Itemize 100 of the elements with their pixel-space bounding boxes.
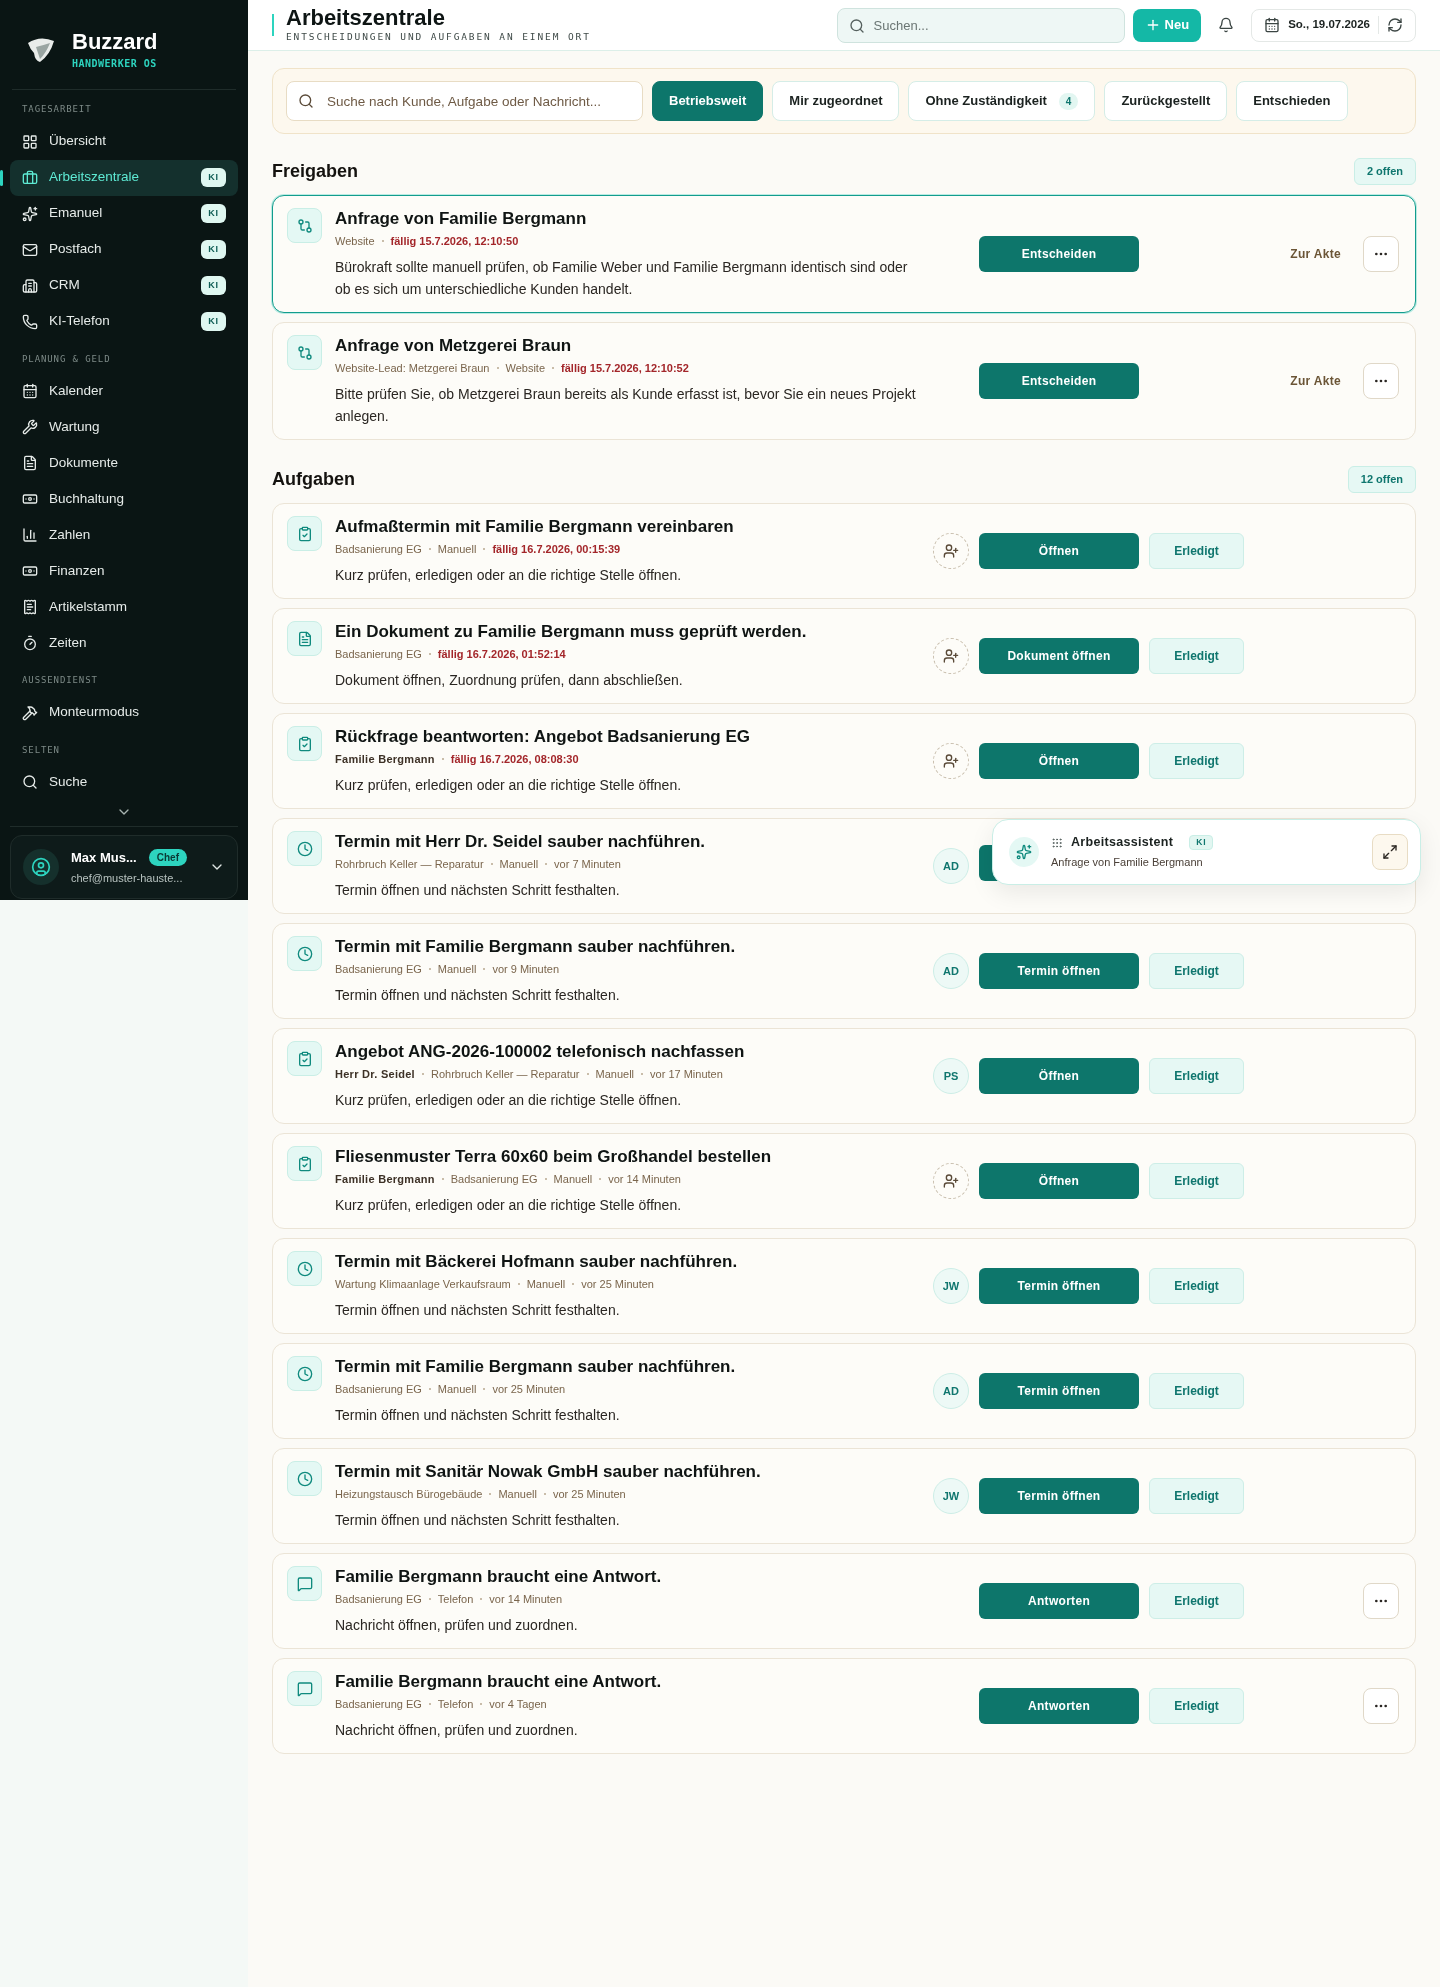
task-title: Termin mit Familie Bergmann sauber nachführen.	[335, 936, 737, 958]
expand-button[interactable]	[1372, 834, 1408, 870]
sidebar-item[interactable]: Zahlen	[10, 517, 238, 553]
assignee-avatar: AD	[933, 848, 969, 884]
document-icon	[22, 455, 38, 471]
meta-text: Manuell	[437, 542, 477, 557]
receipt-icon	[22, 599, 38, 615]
primary-action-button[interactable]: Dokument öffnen	[979, 638, 1139, 674]
done-button[interactable]: Erledigt	[1149, 1268, 1244, 1304]
meta-text: Badsanierung EG	[335, 962, 422, 977]
refresh-icon[interactable]	[1387, 17, 1403, 33]
filter-search-field[interactable]: Suche nach Kunde, Aufgabe oder Nachricht...	[286, 81, 643, 121]
filter-tab[interactable]: Betriebsweit	[652, 81, 764, 121]
done-button[interactable]: Erledigt	[1149, 953, 1244, 989]
sidebar-item[interactable]: Buchhaltung	[10, 481, 238, 517]
search-field[interactable]: Suchen...	[836, 7, 1125, 43]
section-label: PLANUNG & GELD	[21, 352, 112, 366]
meta-text: Website	[505, 361, 546, 376]
drag-handle-icon[interactable]	[1051, 836, 1063, 849]
meta-text: Badsanierung EG	[335, 1592, 422, 1607]
primary-action-button[interactable]: Termin öffnen	[979, 1268, 1139, 1304]
ki-badge: KI	[201, 239, 226, 260]
primary-action-button[interactable]: Termin öffnen	[979, 953, 1139, 989]
task-title: Anfrage von Metzgerei Braun	[335, 335, 573, 357]
sidebar-item[interactable]: Finanzen	[10, 553, 238, 589]
user-icon	[31, 857, 51, 877]
filter-tab[interactable]: Mir zugeordnet	[772, 81, 900, 121]
open-record-link[interactable]: Zur Akte	[1290, 372, 1341, 390]
filter-tab[interactable]: Entschieden	[1236, 81, 1348, 121]
sidebar-item[interactable]: Wartung	[10, 409, 238, 445]
assistant-dialog[interactable]: Arbeitsassistent KI Anfrage von Familie Bergmann	[992, 819, 1421, 885]
task-title: Ein Dokument zu Familie Bergmann muss geprüft werden.	[335, 621, 808, 643]
sidebar-item[interactable]: Dokumente	[10, 445, 238, 481]
bell-icon[interactable]	[1218, 17, 1235, 33]
done-button[interactable]: Erledigt	[1149, 533, 1244, 569]
stopwatch-icon	[22, 635, 38, 651]
user-card[interactable]: Max Mus... Chef chef@muster-hauste...	[10, 835, 238, 899]
meta-text: Heizungstausch Bürogebäude	[335, 1487, 483, 1502]
primary-action-button[interactable]: Öffnen	[979, 743, 1139, 779]
primary-action-button[interactable]: Öffnen	[979, 1058, 1139, 1094]
meta-text: vor 25 Minuten	[492, 1382, 566, 1397]
sidebar-item[interactable]: Zeiten	[10, 625, 238, 661]
meta-text: vor 14 Minuten	[489, 1592, 563, 1607]
date-picker[interactable]: So., 19.07.2026	[1251, 8, 1416, 42]
sidebar-item[interactable]: Postfach KI	[10, 231, 238, 268]
open-record-link[interactable]: Zur Akte	[1290, 245, 1341, 263]
done-button[interactable]: Erledigt	[1149, 1583, 1244, 1619]
mail-icon	[22, 241, 38, 258]
task-description: Kurz prüfen, erledigen oder an die richtige Stelle öffnen.	[335, 1091, 683, 1110]
filter-tab[interactable]: Ohne Zuständigkeit 4	[908, 81, 1096, 121]
task-description: Termin öffnen und nächsten Schritt festhalten.	[335, 986, 621, 1005]
primary-action-button[interactable]: Termin öffnen	[979, 1373, 1139, 1409]
sidebar-item[interactable]: KI-Telefon KI	[10, 303, 238, 340]
due-date: fällig 15.7.2026, 12:10:52	[561, 361, 689, 376]
meta-text: Website-Lead: Metzgerei Braun	[335, 361, 490, 376]
done-button[interactable]: Erledigt	[1149, 1373, 1244, 1409]
hammer-icon	[22, 704, 38, 721]
sidebar-item[interactable]: Emanuel KI	[10, 195, 238, 232]
sidebar-item[interactable]: Artikelstamm	[10, 589, 238, 625]
primary-action-button[interactable]: Öffnen	[979, 533, 1139, 569]
done-button[interactable]: Erledigt	[1149, 638, 1244, 674]
primary-action-button[interactable]: Antworten	[979, 1583, 1139, 1619]
meta-text: Manuell	[595, 1067, 635, 1082]
primary-action-button[interactable]: Entscheiden	[979, 236, 1139, 272]
clipboard-check-icon	[296, 735, 313, 752]
filter-tab[interactable]: Zurückgestellt	[1104, 81, 1228, 121]
calendar-icon	[1264, 17, 1281, 33]
task-title: Rückfrage beantworten: Angebot Badsanierung EG	[335, 726, 751, 748]
done-button[interactable]: Erledigt	[1149, 1478, 1244, 1514]
phone-icon	[22, 313, 38, 330]
done-button[interactable]: Erledigt	[1149, 1058, 1244, 1094]
sparkles-icon	[22, 205, 38, 222]
meta-text: Manuell	[437, 962, 477, 977]
done-button[interactable]: Erledigt	[1149, 1688, 1244, 1724]
task-title: Familie Bergmann braucht eine Antwort.	[335, 1566, 663, 1588]
due-date: fällig 16.7.2026, 01:52:14	[437, 647, 566, 662]
primary-action-button[interactable]: Termin öffnen	[979, 1478, 1139, 1514]
sidebar-item[interactable]: Übersicht	[10, 123, 238, 160]
meta-text: Manuell	[553, 1172, 593, 1187]
primary-action-button[interactable]: Öffnen	[979, 1163, 1139, 1199]
done-button[interactable]: Erledigt	[1149, 1163, 1244, 1199]
assignee-avatar: AD	[933, 1373, 969, 1409]
sparkles-icon	[1016, 844, 1032, 860]
sidebar-item[interactable]: CRM KI	[10, 267, 238, 304]
sidebar-item[interactable]: Monteurmodus	[10, 694, 238, 731]
sidebar-item[interactable]: Kalender	[10, 373, 238, 409]
count-badge: 12 offen	[1347, 466, 1416, 493]
meta-text: Website	[335, 234, 375, 249]
compare-arrows-icon	[296, 344, 313, 361]
task-title: Anfrage von Familie Bergmann	[335, 208, 588, 230]
clipboard-check-icon	[296, 1155, 313, 1172]
sidebar-item[interactable]: Arbeitszentrale KI	[10, 159, 238, 196]
done-button[interactable]: Erledigt	[1149, 743, 1244, 779]
meta-text: Telefon	[437, 1592, 474, 1607]
clock-icon	[296, 840, 313, 857]
section-label: AUSSENDIENST	[21, 674, 99, 687]
primary-action-button[interactable]: Antworten	[979, 1688, 1139, 1724]
meta-text: Badsanierung EG	[450, 1172, 538, 1187]
primary-action-button[interactable]: Entscheiden	[979, 363, 1139, 399]
sidebar-item[interactable]: Suche	[10, 764, 238, 800]
